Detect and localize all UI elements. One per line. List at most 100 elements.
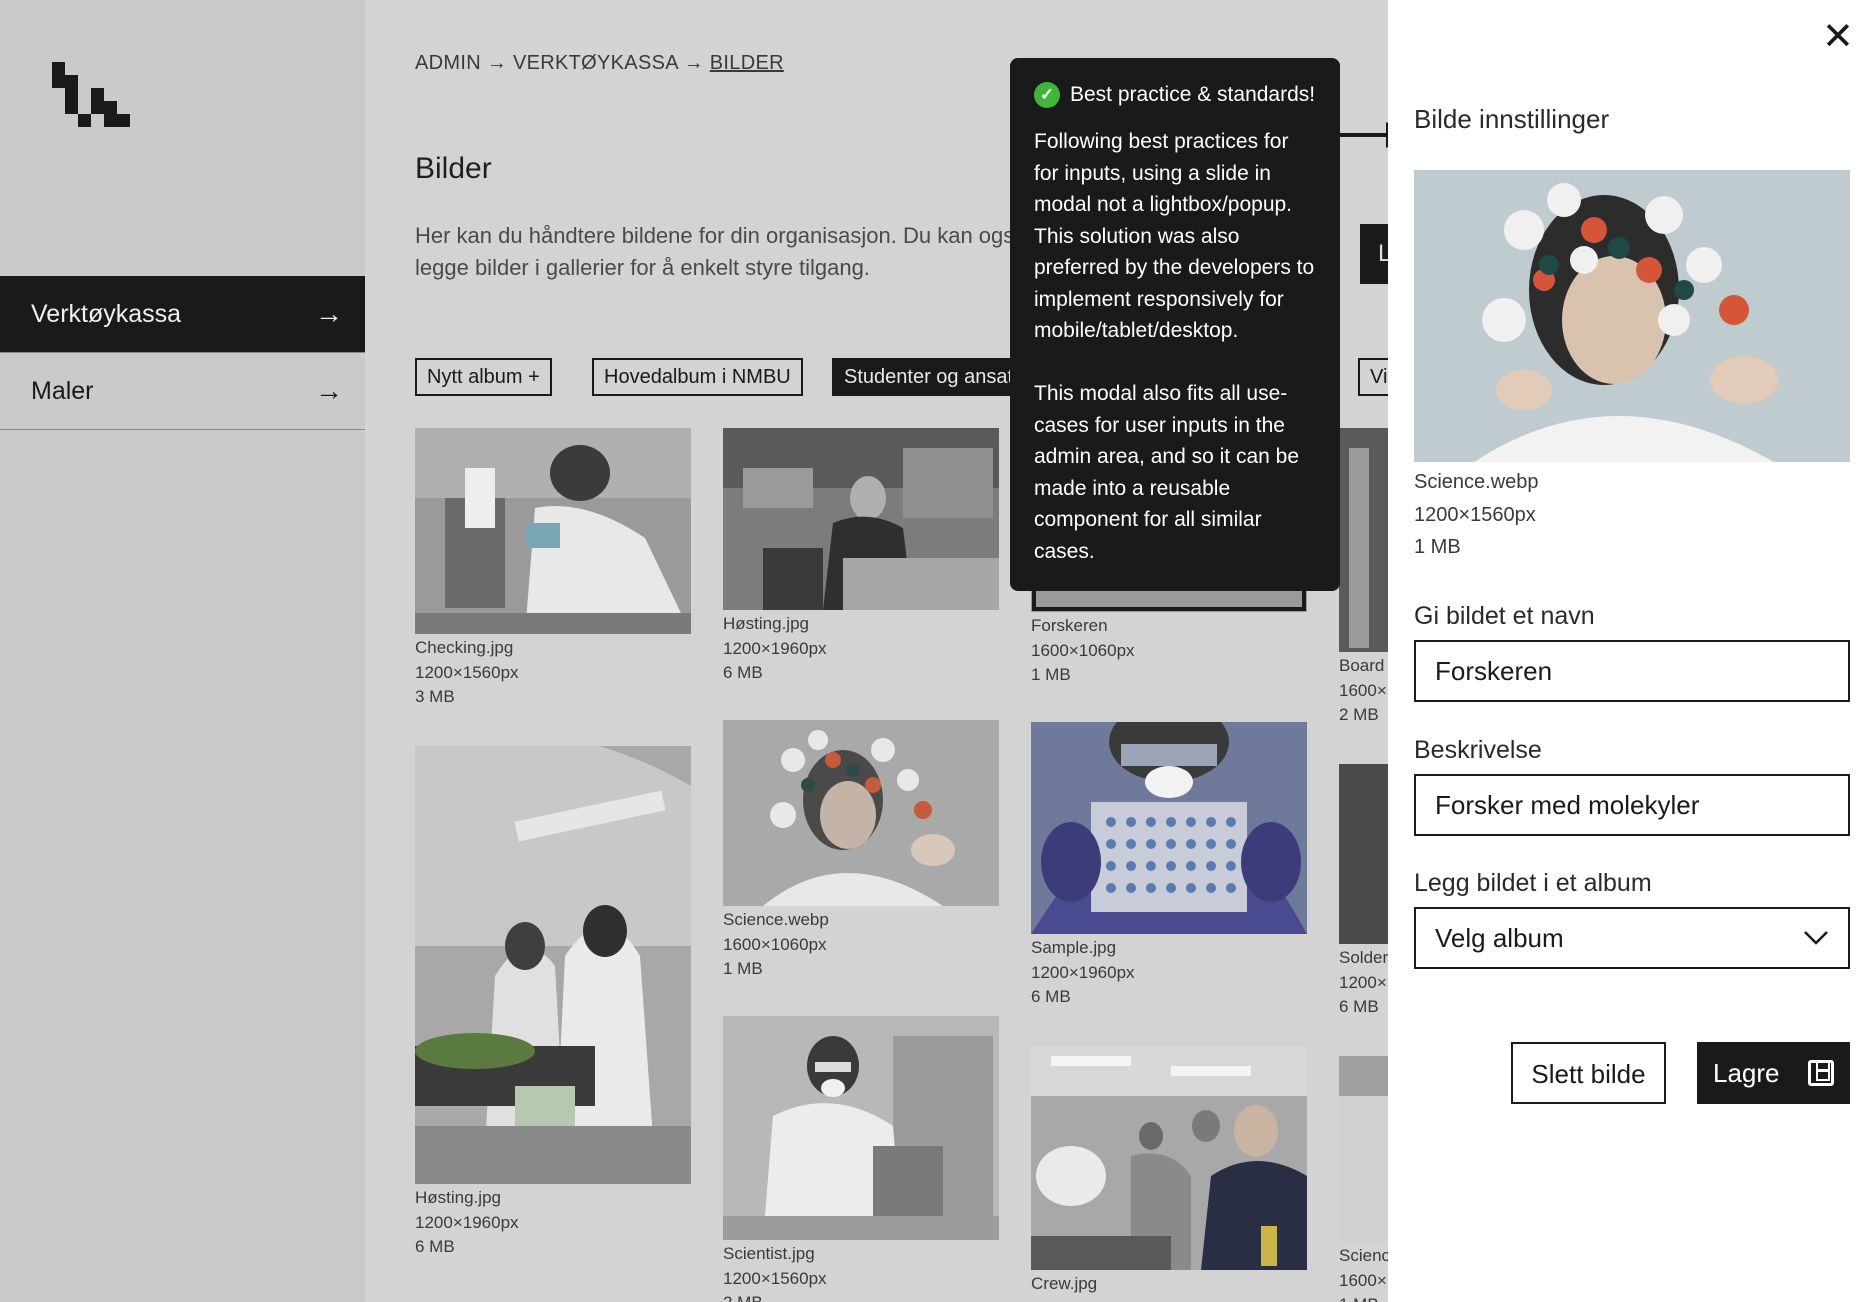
image-name: Høsting.jpg — [723, 614, 809, 633]
breadcrumb-current[interactable]: BILDER — [710, 52, 784, 74]
file-size: 1 MB — [1414, 536, 1461, 558]
image-size: 1 MB — [723, 959, 763, 978]
image-card[interactable]: Scientist.jpg 1200×1560px 2 MB — [723, 1016, 999, 1302]
image-thumbnail[interactable] — [1339, 428, 1388, 652]
file-name: Science.webp — [1414, 471, 1539, 493]
album-tab-more[interactable]: Vi — [1358, 358, 1388, 396]
crew-workshop-photo — [1031, 1046, 1307, 1270]
image-dimensions: 1600× — [1339, 1270, 1387, 1290]
image-name: Scientist.jpg — [723, 1244, 815, 1263]
album-select[interactable]: Velg album — [1414, 907, 1850, 969]
image-name: Solder — [1339, 948, 1388, 967]
image-thumbnail[interactable] — [1031, 1046, 1307, 1270]
new-album-button[interactable]: Nytt album + — [415, 358, 552, 396]
scientist-mask-photo — [723, 1016, 999, 1240]
image-size: 2 MB — [723, 1291, 999, 1302]
file-dimensions: 1200×1560px — [1414, 503, 1536, 526]
image-size: 6 MB — [1031, 987, 1071, 1006]
image-dimensions: 1200×1960px — [723, 638, 827, 658]
image-card[interactable]: Checking.jpg 1200×1560px 3 MB — [415, 428, 691, 710]
sample-tray-photo — [1031, 722, 1307, 934]
image-size: 1 MB — [1339, 1293, 1388, 1302]
image-name: Sample.jpg — [1031, 938, 1117, 957]
image-card[interactable]: Høsting.jpg 1200×1960px 6 MB — [723, 428, 999, 686]
description-label: Beskrivelse — [1414, 736, 1542, 764]
breadcrumb: ADMIN → VERKTØYKASSA → BILDER — [415, 52, 784, 75]
image-thumbnail[interactable] — [1031, 722, 1307, 934]
image-size: 6 MB — [723, 663, 763, 682]
name-field[interactable]: Forskeren — [1414, 640, 1850, 702]
sidebar-item-maler[interactable]: Maler → — [0, 353, 365, 430]
image-thumbnail[interactable] — [723, 720, 999, 906]
breadcrumb-separator: → — [683, 52, 704, 74]
electronics-lab-photo — [723, 428, 999, 610]
image-card[interactable]: Board 1600× 2 MB — [1339, 428, 1388, 728]
tooltip-title: Best practice & standards! — [1070, 83, 1316, 106]
image-thumbnail[interactable] — [415, 746, 691, 1184]
image-thumbnail[interactable] — [1339, 1056, 1388, 1242]
image-name: Høsting.jpg — [415, 1188, 501, 1207]
image-thumbnail[interactable] — [723, 428, 999, 610]
panel-image-preview — [1414, 170, 1850, 462]
upload-button[interactable]: L — [1360, 224, 1388, 284]
delete-image-button[interactable]: Slett bilde — [1511, 1042, 1666, 1104]
image-size: 2 MB — [1339, 705, 1379, 724]
image-thumbnail[interactable] — [723, 1016, 999, 1240]
image-name: Science.webp — [723, 910, 829, 929]
image-card[interactable]: Science.webp 1600×1060px 1 MB — [723, 720, 999, 982]
logo[interactable] — [52, 62, 130, 128]
arrow-right-icon: → — [315, 298, 343, 329]
image-name: Crew.jpg — [1031, 1274, 1098, 1293]
image-card[interactable]: Sample.jpg 1200×1960px 6 MB — [1031, 722, 1307, 1010]
image-dimensions: 1200×1960px — [415, 1212, 519, 1232]
sidebar: Verktøykassa → Maler → — [0, 0, 365, 1302]
panel-title: Bilde innstillinger — [1414, 104, 1610, 134]
tooltip-body: Following best practices for for inputs,… — [1034, 130, 1315, 563]
chevron-down-icon — [1804, 931, 1828, 945]
check-circle-icon: ✓ — [1034, 82, 1060, 108]
image-dimensions: 1200×1560px — [723, 1268, 827, 1288]
image-size: 1 MB — [1031, 665, 1071, 684]
page-intro: Her kan du håndtere bildene for din orga… — [415, 223, 1027, 280]
molecule-model-photo — [723, 720, 999, 906]
album-label: Legg bildet i et album — [1414, 869, 1652, 897]
image-dimensions: 1200×1960px — [1031, 962, 1135, 982]
breadcrumb-admin[interactable]: ADMIN — [415, 52, 481, 74]
image-card[interactable]: Scienc 1600× 1 MB — [1339, 1056, 1388, 1302]
image-name: Forskeren — [1031, 616, 1108, 635]
image-dimensions: 1600×1060px — [1031, 640, 1135, 660]
description-field[interactable]: Forsker med molekyler — [1414, 774, 1850, 836]
image-dimensions: 1200×1560px — [415, 662, 519, 682]
image-size: 3 MB — [415, 687, 455, 706]
album-select-value: Velg album — [1435, 922, 1564, 953]
molecule-model-photo — [1414, 170, 1850, 462]
lab-microscope-photo — [415, 428, 691, 634]
breadcrumb-separator: → — [486, 52, 508, 74]
image-thumbnail[interactable] — [415, 428, 691, 634]
image-size: 6 MB — [1339, 997, 1379, 1016]
arrow-right-icon: → — [315, 375, 343, 406]
image-name: Board — [1339, 656, 1385, 675]
sidebar-item-label: Verktøykassa — [31, 299, 182, 328]
page-title: Bilder — [415, 152, 492, 185]
image-name: Checking.jpg — [415, 638, 514, 657]
image-card[interactable]: Crew.jpg — [1031, 1046, 1307, 1297]
save-icon — [1808, 1060, 1834, 1086]
board-photo — [1339, 428, 1388, 652]
save-button-label: Lagre — [1713, 1057, 1780, 1088]
sidebar-item-verktoykassa[interactable]: Verktøykassa → — [0, 276, 365, 353]
name-label: Gi bildet et navn — [1414, 602, 1595, 630]
image-card[interactable]: Solder 1200× 6 MB — [1339, 764, 1388, 1020]
image-thumbnail[interactable] — [1339, 764, 1388, 944]
breadcrumb-toolbox[interactable]: VERKTØYKASSA — [513, 52, 678, 74]
description-field-value: Forsker med molekyler — [1435, 789, 1700, 820]
image-card[interactable]: Høsting.jpg 1200×1960px 6 MB — [415, 746, 691, 1260]
image-name: Scienc — [1339, 1246, 1388, 1265]
album-tab-hovedalbum[interactable]: Hovedalbum i NMBU — [592, 358, 803, 396]
annotation-tooltip: ✓ Best practice & standards! Following b… — [1010, 58, 1340, 591]
greenhouse-students-photo — [415, 746, 691, 1184]
image-dimensions: 1600×1060px — [723, 934, 827, 954]
sidebar-item-label: Maler — [31, 376, 94, 405]
close-icon[interactable]: ✕ — [1822, 18, 1854, 56]
save-button[interactable]: Lagre — [1697, 1042, 1850, 1104]
